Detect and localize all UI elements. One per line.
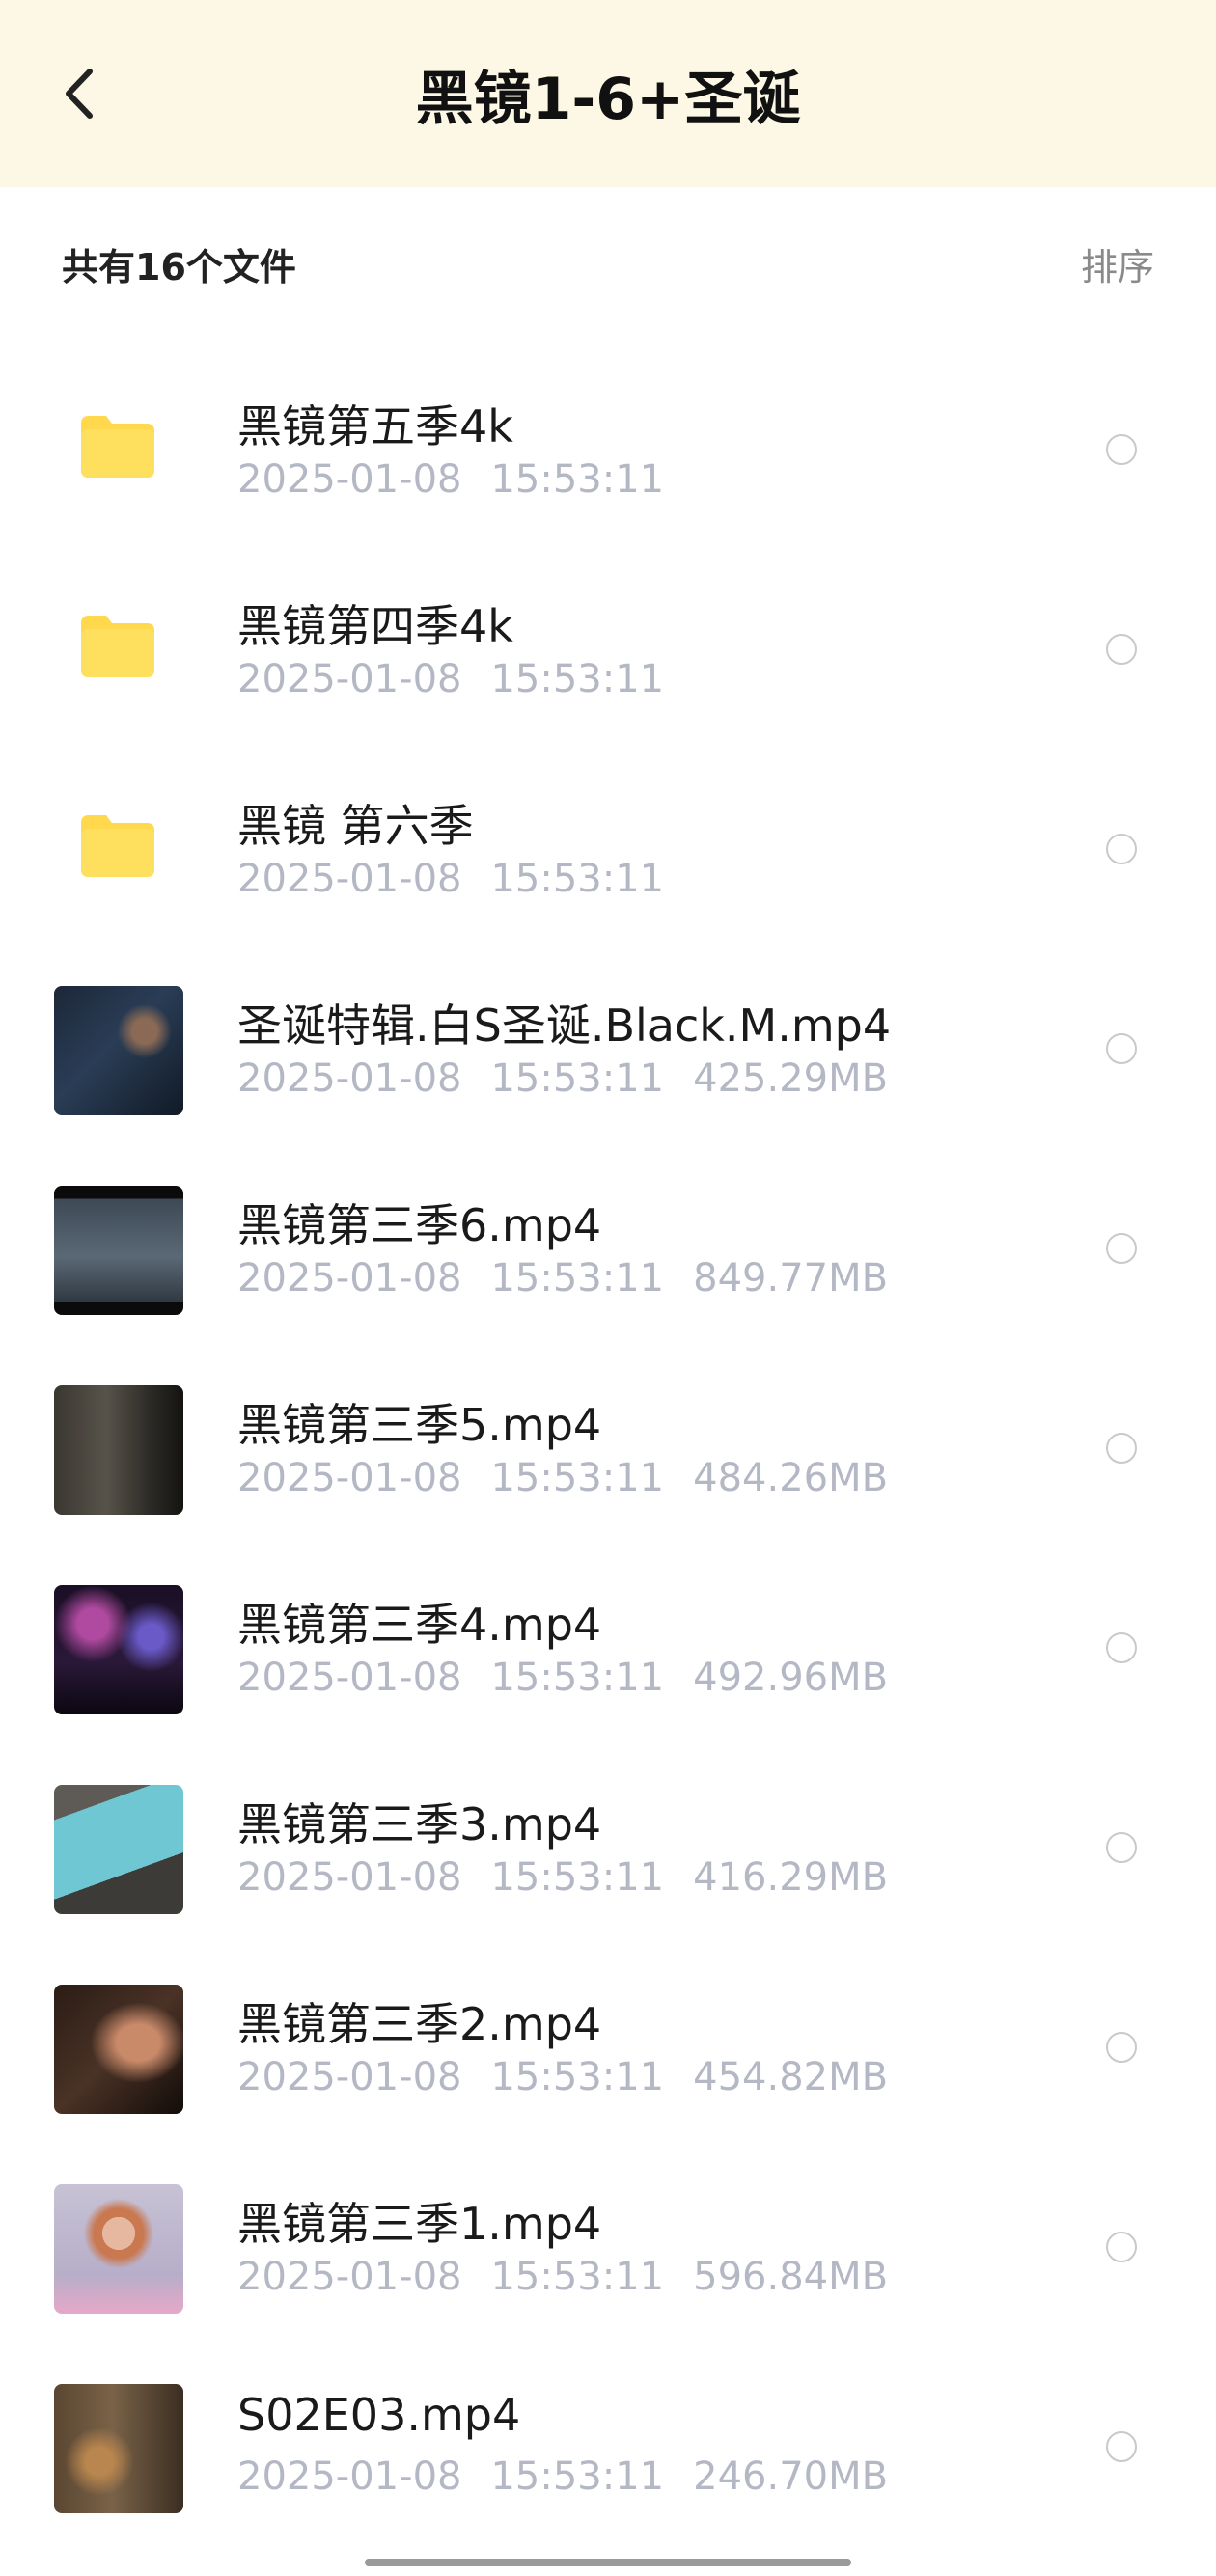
file-name: S02E03.mp4	[237, 2389, 521, 2441]
folder-icon	[81, 815, 154, 877]
file-size: 246.70MB	[693, 2454, 889, 2499]
select-radio[interactable]	[1106, 1832, 1137, 1863]
file-name: 黑镜第三季3.mp4	[237, 1798, 602, 1850]
video-thumbnail	[54, 1385, 183, 1515]
summary-bar: 共有16个文件 排序	[0, 187, 1216, 351]
file-name: 圣诞特辑.白S圣诞.Black.M.mp4	[237, 1000, 892, 1052]
file-meta: 2025-01-08 15:53:11	[237, 857, 693, 901]
select-radio[interactable]	[1106, 2232, 1137, 2262]
list-item[interactable]: 圣诞特辑.白S圣诞.Black.M.mp4 2025-01-08 15:53:11…	[0, 950, 1216, 1150]
file-date: 2025-01-08	[237, 457, 462, 502]
select-radio[interactable]	[1106, 1433, 1137, 1464]
file-size: 484.26MB	[693, 1456, 889, 1500]
file-name: 黑镜第四季4k	[237, 600, 513, 652]
select-radio[interactable]	[1106, 434, 1137, 465]
select-radio[interactable]	[1106, 1233, 1137, 1264]
list-item[interactable]: 黑镜第三季2.mp4 2025-01-08 15:53:11 454.82MB	[0, 1949, 1216, 2149]
file-meta: 2025-01-08 15:53:11 484.26MB	[237, 1456, 917, 1500]
video-thumbnail	[54, 986, 183, 1115]
file-time: 15:53:11	[490, 457, 665, 502]
list-item[interactable]: S02E03.mp4 2025-01-08 15:53:11 246.70MB	[0, 2348, 1216, 2548]
file-meta: 2025-01-08 15:53:11	[237, 657, 693, 701]
file-time: 15:53:11	[490, 2255, 665, 2299]
file-size: 425.29MB	[693, 1056, 889, 1101]
file-size: 454.82MB	[693, 2055, 889, 2099]
list-item[interactable]: 黑镜第三季1.mp4 2025-01-08 15:53:11 596.84MB	[0, 2149, 1216, 2348]
video-thumbnail	[54, 1985, 183, 2114]
list-item[interactable]: 黑镜第四季4k 2025-01-08 15:53:11	[0, 551, 1216, 751]
list-item[interactable]: 黑镜第五季4k 2025-01-08 15:53:11	[0, 351, 1216, 551]
file-name: 黑镜 第六季	[237, 800, 474, 852]
file-time: 15:53:11	[490, 1656, 665, 1700]
chevron-left-icon	[66, 69, 93, 119]
video-thumbnail	[54, 2384, 183, 2513]
home-indicator	[365, 2559, 851, 2566]
file-date: 2025-01-08	[237, 2055, 462, 2099]
select-radio[interactable]	[1106, 2431, 1137, 2462]
file-date: 2025-01-08	[237, 1456, 462, 1500]
select-radio[interactable]	[1106, 1632, 1137, 1663]
file-meta: 2025-01-08 15:53:11 454.82MB	[237, 2055, 917, 2099]
video-thumbnail	[54, 2184, 183, 2314]
file-count-label: 共有16个文件	[62, 246, 296, 288]
list-item[interactable]: 黑镜第三季3.mp4 2025-01-08 15:53:11 416.29MB	[0, 1749, 1216, 1949]
file-name: 黑镜第三季5.mp4	[237, 1399, 602, 1451]
file-date: 2025-01-08	[237, 1656, 462, 1700]
file-time: 15:53:11	[490, 657, 665, 701]
file-name: 黑镜第三季6.mp4	[237, 1199, 602, 1251]
list-item[interactable]: 黑镜第三季4.mp4 2025-01-08 15:53:11 492.96MB	[0, 1549, 1216, 1749]
file-time: 15:53:11	[490, 1456, 665, 1500]
file-meta: 2025-01-08 15:53:11 425.29MB	[237, 1056, 917, 1101]
file-date: 2025-01-08	[237, 857, 462, 901]
file-time: 15:53:11	[490, 1056, 665, 1101]
file-date: 2025-01-08	[237, 2255, 462, 2299]
file-meta: 2025-01-08 15:53:11 416.29MB	[237, 1855, 917, 1900]
file-size: 492.96MB	[693, 1656, 889, 1700]
list-item[interactable]: 黑镜 第六季 2025-01-08 15:53:11	[0, 751, 1216, 950]
file-size: 416.29MB	[693, 1855, 889, 1900]
file-date: 2025-01-08	[237, 1056, 462, 1101]
file-name: 黑镜第三季1.mp4	[237, 2198, 602, 2250]
file-meta: 2025-01-08 15:53:11 246.70MB	[237, 2454, 917, 2499]
list-item[interactable]: 黑镜第三季6.mp4 2025-01-08 15:53:11 849.77MB	[0, 1150, 1216, 1350]
file-name: 黑镜第三季4.mp4	[237, 1599, 602, 1651]
video-thumbnail	[54, 1186, 183, 1315]
folder-icon	[81, 616, 154, 677]
file-list: 黑镜第五季4k 2025-01-08 15:53:11 黑镜第四季4k 2025-…	[0, 351, 1216, 2548]
file-meta: 2025-01-08 15:53:11 596.84MB	[237, 2255, 917, 2299]
file-date: 2025-01-08	[237, 1256, 462, 1301]
back-button[interactable]	[54, 60, 104, 127]
file-time: 15:53:11	[490, 1256, 665, 1301]
file-time: 15:53:11	[490, 2055, 665, 2099]
file-time: 15:53:11	[490, 857, 665, 901]
select-radio[interactable]	[1106, 634, 1137, 665]
file-date: 2025-01-08	[237, 2454, 462, 2499]
file-size: 849.77MB	[693, 1256, 889, 1301]
file-date: 2025-01-08	[237, 657, 462, 701]
file-meta: 2025-01-08 15:53:11 492.96MB	[237, 1656, 917, 1700]
file-meta: 2025-01-08 15:53:11 849.77MB	[237, 1256, 917, 1301]
select-radio[interactable]	[1106, 834, 1137, 864]
file-name: 黑镜第三季2.mp4	[237, 1998, 602, 2050]
top-bar: 黑镜1-6+圣诞	[0, 0, 1216, 187]
sort-button[interactable]: 排序	[1081, 237, 1154, 290]
page-title: 黑镜1-6+圣诞	[415, 65, 801, 133]
video-thumbnail	[54, 1785, 183, 1914]
video-thumbnail	[54, 1585, 183, 1714]
file-size: 596.84MB	[693, 2255, 889, 2299]
list-item[interactable]: 黑镜第三季5.mp4 2025-01-08 15:53:11 484.26MB	[0, 1350, 1216, 1549]
file-time: 15:53:11	[490, 1855, 665, 1900]
file-date: 2025-01-08	[237, 1855, 462, 1900]
folder-icon	[81, 416, 154, 478]
file-time: 15:53:11	[490, 2454, 665, 2499]
file-meta: 2025-01-08 15:53:11	[237, 457, 693, 502]
select-radio[interactable]	[1106, 2032, 1137, 2063]
file-name: 黑镜第五季4k	[237, 400, 513, 452]
select-radio[interactable]	[1106, 1033, 1137, 1064]
